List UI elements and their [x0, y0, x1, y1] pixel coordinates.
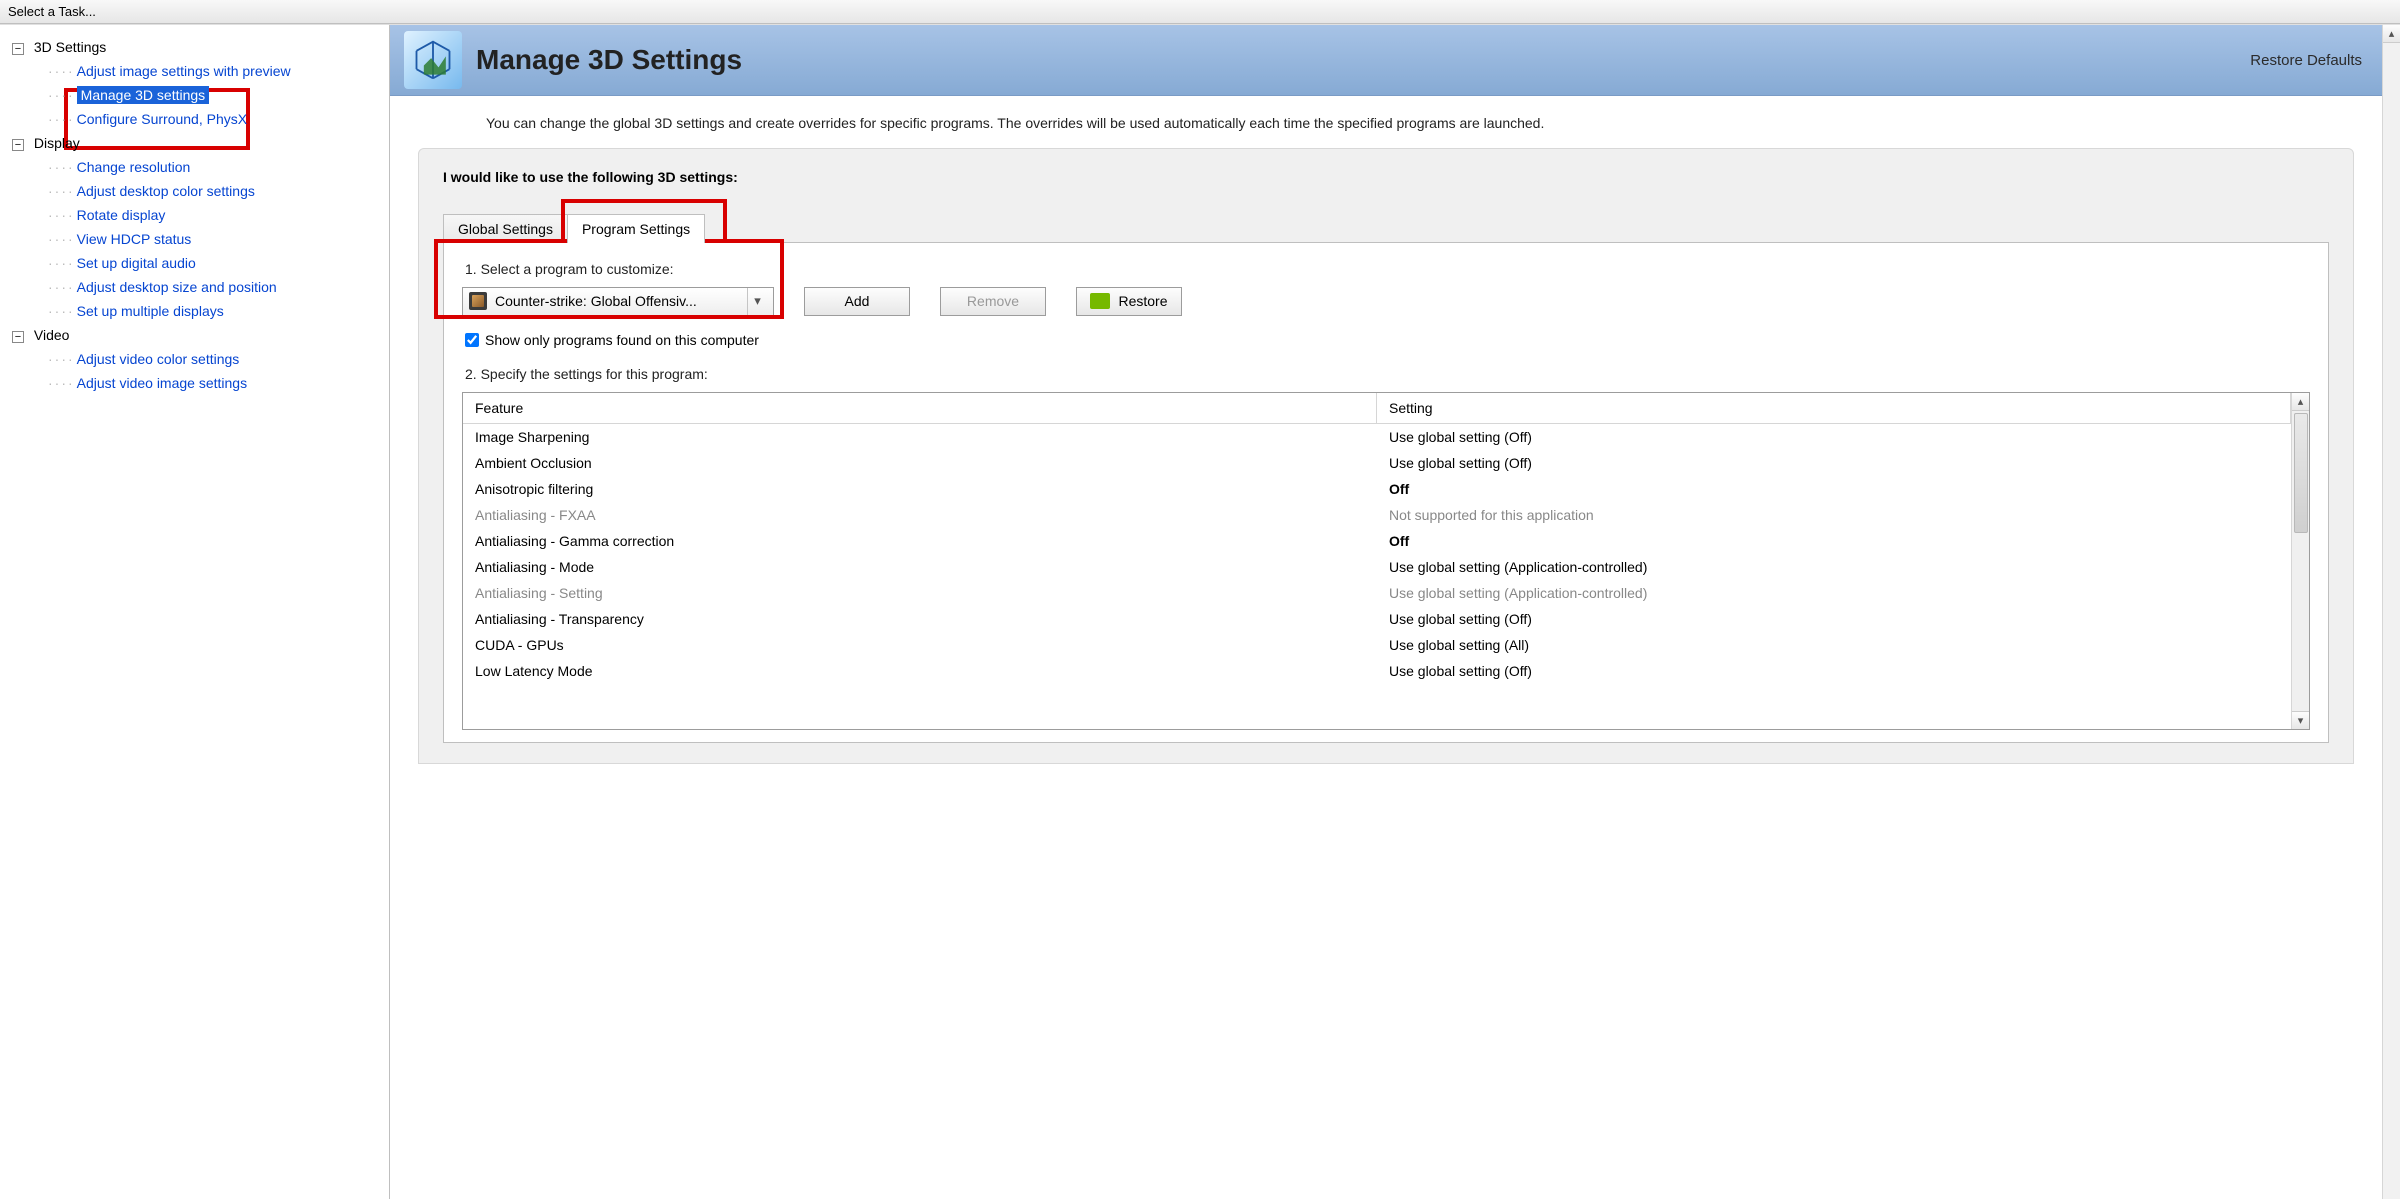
feature-cell: Antialiasing - FXAA	[463, 502, 1377, 528]
show-only-checkbox[interactable]	[465, 333, 479, 347]
program-select-value: Counter-strike: Global Offensiv...	[495, 293, 739, 309]
page-scrollbar[interactable]: ▴	[2382, 25, 2400, 1199]
tree-category-video: Video	[34, 327, 70, 343]
tree-item-video-image[interactable]: Adjust video image settings	[77, 375, 247, 391]
setting-cell: Use global setting (Application-controll…	[1377, 554, 2291, 580]
setting-cell: Use global setting (Off)	[1377, 424, 2291, 450]
restore-button[interactable]: Restore	[1076, 287, 1182, 316]
feature-cell: Image Sharpening	[463, 424, 1377, 450]
feature-cell: Low Latency Mode	[463, 658, 1377, 684]
feature-cell: Antialiasing - Mode	[463, 554, 1377, 580]
page-header: Manage 3D Settings Restore Defaults	[390, 25, 2382, 96]
tree-category-display: Display	[34, 135, 80, 151]
tree-item-change-resolution[interactable]: Change resolution	[77, 159, 191, 175]
tree-item-desktop-size[interactable]: Adjust desktop size and position	[77, 279, 277, 295]
feature-cell: Antialiasing - Setting	[463, 580, 1377, 606]
chevron-down-icon: ▾	[747, 288, 767, 315]
table-row[interactable]: CUDA - GPUsUse global setting (All)	[463, 632, 2291, 658]
panel-heading: I would like to use the following 3D set…	[443, 169, 2329, 185]
add-button[interactable]: Add	[804, 287, 910, 316]
feature-cell: Anisotropic filtering	[463, 476, 1377, 502]
tree-item-desktop-color[interactable]: Adjust desktop color settings	[77, 183, 255, 199]
program-select[interactable]: Counter-strike: Global Offensiv... ▾	[462, 287, 774, 316]
table-row[interactable]: Ambient OcclusionUse global setting (Off…	[463, 450, 2291, 476]
table-row[interactable]: Antialiasing - SettingUse global setting…	[463, 580, 2291, 606]
setting-cell: Use global setting (Off)	[1377, 450, 2291, 476]
intro-text: You can change the global 3D settings an…	[390, 96, 2382, 148]
table-scrollbar[interactable]: ▴ ▾	[2291, 393, 2309, 729]
tree-item-multiple-displays[interactable]: Set up multiple displays	[77, 303, 224, 319]
remove-button[interactable]: Remove	[940, 287, 1046, 316]
feature-cell: CUDA - GPUs	[463, 632, 1377, 658]
page-title: Manage 3D Settings	[476, 44, 2230, 76]
setting-cell: Use global setting (Application-controll…	[1377, 580, 2291, 606]
feature-cell: Ambient Occlusion	[463, 450, 1377, 476]
tree-toggle-icon[interactable]: −	[12, 43, 24, 55]
setting-cell: Off	[1377, 476, 2291, 502]
table-row[interactable]: Image SharpeningUse global setting (Off)	[463, 424, 2291, 450]
table-row[interactable]: Low Latency ModeUse global setting (Off)	[463, 658, 2291, 684]
restore-defaults-link[interactable]: Restore Defaults	[2244, 50, 2368, 71]
tree-toggle-icon[interactable]: −	[12, 331, 24, 343]
tree-item-digital-audio[interactable]: Set up digital audio	[77, 255, 196, 271]
setting-cell: Use global setting (All)	[1377, 632, 2291, 658]
setting-cell: Not supported for this application	[1377, 502, 2291, 528]
table-row[interactable]: Anisotropic filteringOff	[463, 476, 2291, 502]
tree-toggle-icon[interactable]: −	[12, 139, 24, 151]
tree-item-hdcp-status[interactable]: View HDCP status	[77, 231, 192, 247]
tree-item-adjust-image[interactable]: Adjust image settings with preview	[77, 63, 291, 79]
table-row[interactable]: Antialiasing - TransparencyUse global se…	[463, 606, 2291, 632]
step2-label: 2. Specify the settings for this program…	[465, 366, 2310, 382]
table-row[interactable]: Antialiasing - ModeUse global setting (A…	[463, 554, 2291, 580]
nvidia-logo-icon	[1090, 293, 1110, 309]
scroll-up-icon[interactable]: ▴	[2292, 393, 2309, 411]
table-row[interactable]: Antialiasing - FXAANot supported for thi…	[463, 502, 2291, 528]
task-sidebar: − 3D Settings ····Adjust image settings …	[0, 25, 390, 1199]
setting-cell: Use global setting (Off)	[1377, 606, 2291, 632]
scrollbar-thumb[interactable]	[2294, 413, 2308, 533]
sidebar-title: Select a Task...	[0, 0, 2400, 24]
restore-button-label: Restore	[1118, 293, 1167, 309]
header-3d-icon	[404, 31, 462, 89]
setting-cell: Use global setting (Off)	[1377, 658, 2291, 684]
tree-item-video-color[interactable]: Adjust video color settings	[77, 351, 240, 367]
col-header-feature[interactable]: Feature	[463, 393, 1377, 423]
settings-table: Feature Setting Image SharpeningUse glob…	[463, 393, 2291, 729]
tree-item-rotate-display[interactable]: Rotate display	[77, 207, 166, 223]
tab-global-settings[interactable]: Global Settings	[443, 214, 568, 243]
col-header-setting[interactable]: Setting	[1377, 393, 2291, 423]
tree-category-3d: 3D Settings	[34, 39, 106, 55]
scroll-down-icon[interactable]: ▾	[2292, 711, 2309, 729]
show-only-label: Show only programs found on this compute…	[485, 332, 759, 348]
feature-cell: Antialiasing - Gamma correction	[463, 528, 1377, 554]
table-row[interactable]: Antialiasing - Gamma correctionOff	[463, 528, 2291, 554]
program-icon	[469, 292, 487, 310]
tree-item-manage-3d[interactable]: Manage 3D settings	[77, 86, 210, 104]
step1-label: 1. Select a program to customize:	[465, 261, 2310, 277]
setting-cell: Off	[1377, 528, 2291, 554]
scroll-up-icon[interactable]: ▴	[2383, 25, 2400, 43]
tab-program-settings[interactable]: Program Settings	[567, 214, 705, 243]
feature-cell: Antialiasing - Transparency	[463, 606, 1377, 632]
tree-item-configure-physx[interactable]: Configure Surround, PhysX	[77, 111, 247, 127]
